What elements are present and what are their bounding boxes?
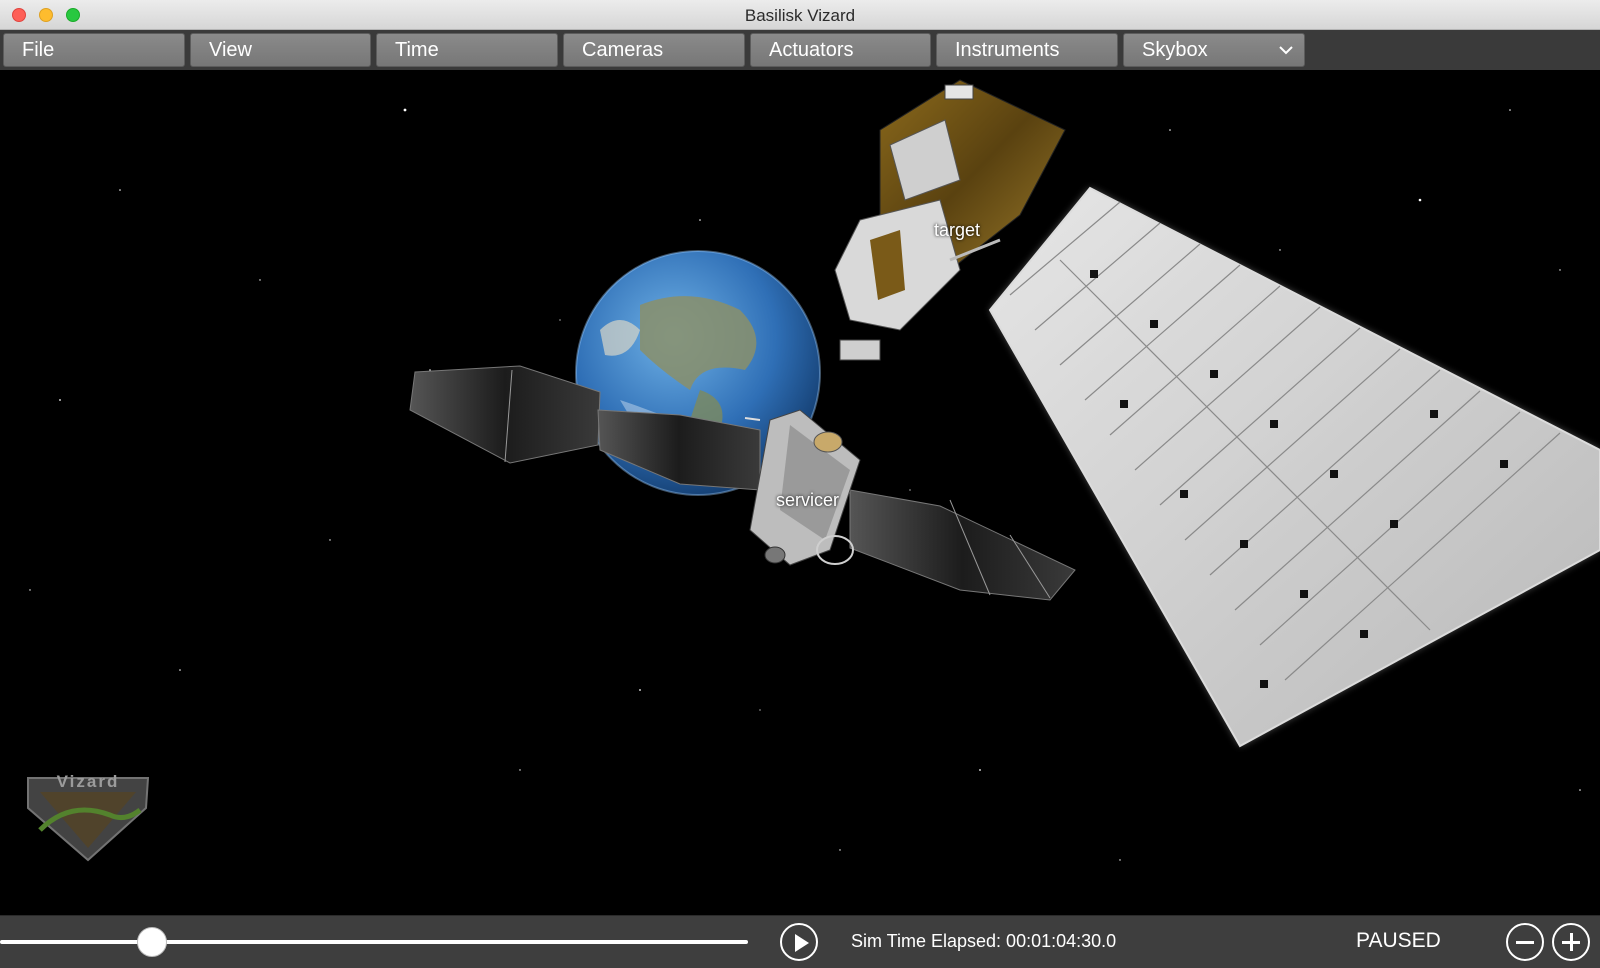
minus-icon [1516,941,1534,944]
servicer-label: servicer [776,490,840,510]
target-solar-array [988,186,1600,748]
zoom-out-button[interactable] [1506,923,1544,961]
timeline-slider-handle[interactable] [136,927,167,957]
menu-cameras[interactable]: Cameras [563,33,745,67]
menu-view[interactable]: View [190,33,371,67]
sim-time-elapsed: Sim Time Elapsed: 00:01:04:30.0 [851,931,1117,951]
svg-text:Vizard: Vizard [57,772,120,791]
menu-time[interactable]: Time [376,33,558,67]
playback-status: PAUSED [1356,929,1441,952]
target-label: target [934,220,981,240]
play-button[interactable] [780,923,818,961]
playback-bar: Sim Time Elapsed: 00:01:04:30.0 PAUSED [0,915,1600,968]
vizard-logo: Vizard [27,772,150,862]
timeline-slider-track[interactable] [0,940,748,944]
menu-instruments[interactable]: Instruments [936,33,1118,67]
play-icon [795,934,809,952]
title-bar: Basilisk Vizard [0,0,1600,30]
menu-file[interactable]: File [3,33,185,67]
window-title: Basilisk Vizard [744,6,856,25]
menu-bar: File View Time Cameras Actuators Instrum… [0,30,1600,70]
menu-actuators[interactable]: Actuators [750,33,931,67]
menu-skybox-dropdown[interactable]: Skybox [1123,33,1305,67]
menu-skybox-label: Skybox [1142,39,1208,61]
scene-viewport[interactable]: Vizard target servicer [0,70,1600,915]
zoom-in-button[interactable] [1552,923,1590,961]
